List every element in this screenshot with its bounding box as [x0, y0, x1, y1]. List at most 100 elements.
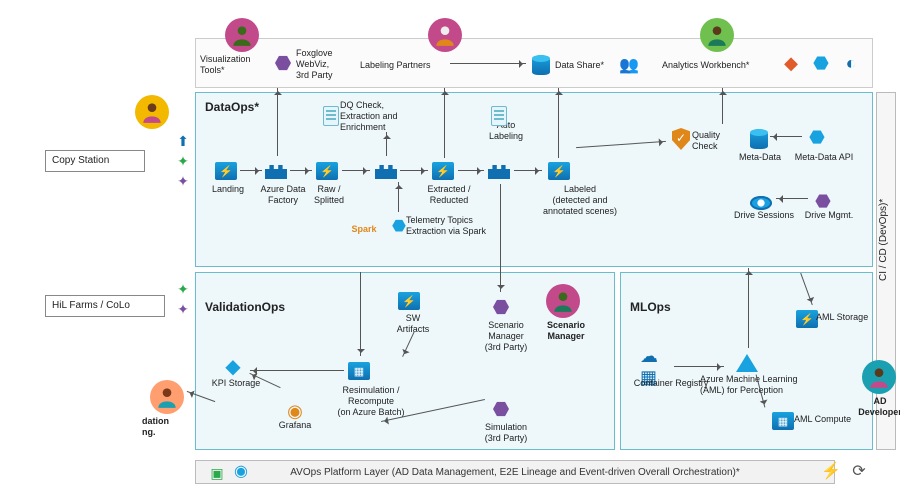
validation-eng-label: dation ng. [142, 416, 192, 438]
arrow [240, 170, 262, 171]
ad-dev-label: AD Developer [858, 396, 900, 418]
arrow [400, 170, 428, 171]
persona-ad-developer [862, 360, 896, 394]
validationops-title: ValidationOps [205, 300, 285, 314]
quality-shield-icon: ✓ [670, 128, 692, 150]
extracted-storage-icon: ⚡ [432, 160, 454, 182]
persona-data-engineer [135, 95, 169, 129]
arrow [500, 184, 501, 292]
metadata-db-icon [748, 128, 770, 150]
drive-sessions-label: Drive Sessions [728, 210, 800, 221]
dq-label: DQ Check, Extraction and Enrichment [340, 100, 418, 132]
dataops-panel [195, 92, 873, 267]
arrow-to-viz [277, 88, 278, 156]
arrow [776, 198, 808, 199]
sw-artifacts-icon: ⚡ [398, 290, 420, 312]
extracted-label: Extracted / Reducted [418, 184, 480, 206]
copy-station-label: Copy Station [52, 155, 109, 166]
raw-storage-icon: ⚡ [316, 160, 338, 182]
drive-mgmt-icon: ⬣ [812, 190, 834, 212]
drive-green-icon: ✦ [172, 150, 194, 172]
spark-icon: Spark [350, 218, 378, 240]
simulation-hex-icon [490, 398, 512, 420]
landing-label: Landing [206, 184, 250, 195]
arrow [770, 136, 802, 137]
arrow-meta-to-wb [722, 88, 723, 124]
labeling-partners-label: Labeling Partners [360, 60, 450, 71]
dataops-title: DataOps* [205, 100, 259, 114]
copy-station-box: Copy Station [45, 150, 145, 172]
metadata-label: Meta-Data [732, 152, 788, 163]
raw-label: Raw / Splitted [304, 184, 354, 206]
functions-icon: ⚡ [820, 460, 842, 482]
kpi-storage-label: KPI Storage [206, 378, 266, 389]
arrow [386, 132, 387, 156]
persona-analyst [700, 18, 734, 52]
device-purple-icon: ✦ [172, 170, 194, 192]
persona-validation-eng [150, 380, 184, 414]
viz-tools-label: Visualization Tools* [200, 54, 262, 76]
hil-farms-box: HiL Farms / CoLo [45, 295, 165, 317]
grafana-icon: ◉ [284, 400, 306, 422]
analytics-workbench-label: Analytics Workbench* [662, 60, 772, 71]
persona-labeler [428, 18, 462, 52]
arrow-to-labeling [444, 88, 445, 158]
users-icon: 👥 [618, 54, 640, 76]
arrow-label-to-share [558, 88, 559, 158]
dq-factory-icon [375, 158, 397, 180]
databricks-hex-icon [272, 52, 294, 74]
device-green-icon: ✦ [172, 278, 194, 300]
arrow [514, 170, 542, 171]
labeled-storage-icon: ⚡ [548, 160, 570, 182]
resim-label: Resimulation / Recompute (on Azure Batch… [326, 385, 416, 417]
persona-scenario-manager [546, 284, 580, 318]
dq-doc-icon [320, 105, 342, 127]
kpi-storage-icon: ◆ [222, 355, 244, 377]
aml-storage-label: AML Storage [816, 312, 872, 323]
arrow-raw-to-resim [360, 272, 361, 356]
telemetry-label: Telemetry Topics Extraction via Spark [406, 215, 496, 237]
arrow [674, 366, 724, 367]
data-share-db-icon [530, 54, 552, 76]
scenario-mgr-label: Scenario Manager (3rd Party) [476, 320, 536, 352]
metadata-api-icon: ⬣ [806, 126, 828, 148]
arrow [342, 170, 370, 171]
purview-icon: ▣ [206, 462, 228, 484]
device-purple-icon-2: ✦ [172, 298, 194, 320]
landing-storage-icon: ⚡ [215, 160, 237, 182]
mlops-title: MLOps [630, 300, 671, 314]
simulation-label: Simulation (3rd Party) [476, 422, 536, 444]
upload-icon: ⬆ [172, 130, 194, 152]
platform-layer-bar: AVOps Platform Layer (AD Data Management… [195, 460, 835, 484]
adf-factory-icon [265, 158, 287, 180]
drive-mgmt-label: Drive Mgmt. [798, 210, 860, 221]
arrow [458, 170, 484, 171]
aml-icon [736, 352, 758, 374]
platform-layer-label: AVOps Platform Layer (AD Data Management… [290, 467, 739, 478]
persona-viz-user [225, 18, 259, 52]
databricks-icon: ◆ [780, 52, 802, 74]
architecture-diagram: Copy Station ⬆ ✦ ✦ HiL Farms / CoLo ✦ ✦ … [0, 0, 900, 501]
cicd-label: CI / CD (DevOps)* [878, 180, 890, 300]
cosmos-icon: ◉ [230, 460, 252, 482]
arrow [398, 182, 399, 212]
arrow [250, 370, 344, 371]
foxglove-label: Foxglove WebViz, 3rd Party [296, 48, 350, 80]
arrow-to-datashare [450, 63, 526, 64]
container-registry-icon: ☁▦ [640, 356, 662, 378]
metadata-api-label: Meta-Data API [786, 152, 862, 163]
quality-label: Quality Check [692, 130, 734, 152]
arrow [290, 170, 312, 171]
aml-storage-icon: ⚡ [796, 308, 818, 330]
grafana-label: Grafana [270, 420, 320, 431]
autolabel-factory-icon [488, 158, 510, 180]
scenario-mgr-role-label: Scenario Manager [540, 320, 592, 342]
hil-farms-label: HiL Farms / CoLo [52, 300, 130, 311]
arrow-aml-to-meta [748, 268, 749, 348]
synapse-icon: ⬣ [810, 52, 832, 74]
azure-arc-icon: ◐ [840, 52, 862, 74]
scenario-mgr-hex-icon [490, 296, 512, 318]
logic-apps-icon: ⟳ [848, 460, 870, 482]
resim-batch-icon: ▦ [348, 360, 370, 382]
aml-compute-icon: ▦ [772, 410, 794, 432]
